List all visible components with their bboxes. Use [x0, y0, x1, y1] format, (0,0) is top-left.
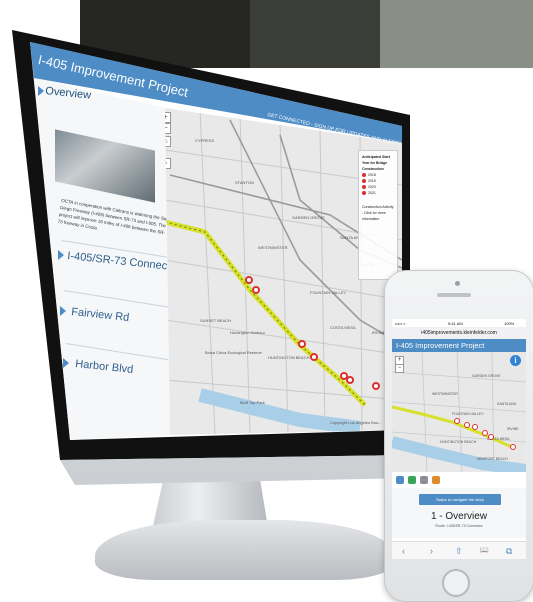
front-camera: [455, 281, 460, 286]
mobile-map[interactable]: i + − WESTMINSTER GARDEN GROVE SANTA ANA…: [392, 352, 526, 472]
mobile-pin-icon[interactable]: [482, 430, 488, 436]
construction-pin-icon[interactable]: [252, 286, 260, 294]
mobile-map-label: GARDEN GROVE: [472, 374, 501, 378]
back-arrow-icon[interactable]: ‹: [402, 546, 405, 556]
legend-dot-icon: [362, 185, 366, 189]
map-label: Bluff Top Park: [240, 400, 265, 405]
swipe-hint[interactable]: Swipe to navigate the story: [419, 494, 501, 505]
forward-arrow-icon[interactable]: ›: [430, 546, 433, 556]
monitor-stand-base: [95, 520, 395, 580]
badge-icon[interactable]: [420, 476, 428, 484]
construction-pin-icon[interactable]: [245, 276, 253, 284]
map-label: CYPRESS: [195, 138, 215, 143]
mobile-pin-icon[interactable]: [454, 418, 460, 424]
construction-pin-icon[interactable]: [372, 382, 380, 390]
wheelchair-icon[interactable]: [396, 476, 404, 484]
tabs-icon[interactable]: ⧉: [506, 546, 512, 557]
map-label: STANTON: [235, 180, 254, 185]
legend-activity: Construction Activity - Click for more i…: [362, 205, 394, 221]
section-title: 1 - Overview: [430, 511, 488, 522]
mobile-map-label: FOUNTAIN VALLEY: [452, 412, 484, 416]
mobile-map-label: NEWPORT BEACH: [477, 457, 508, 461]
info-icon[interactable]: i: [510, 355, 521, 366]
map-label: FOUNTAIN VALLEY: [310, 290, 347, 295]
bookmarks-icon[interactable]: 📖: [480, 546, 489, 554]
mobile-map-label: HUNTINGTON BEACH: [440, 440, 477, 444]
legend-dot-icon: [362, 173, 366, 177]
connector-caret-icon: [58, 250, 64, 260]
share-icon[interactable]: ⇧: [455, 546, 463, 557]
leaf-icon[interactable]: [408, 476, 416, 484]
construction-pin-icon[interactable]: [298, 340, 306, 348]
mobile-icon-row: [392, 472, 526, 488]
battery-level: 100%: [504, 321, 515, 326]
mobile-pin-icon[interactable]: [488, 434, 494, 440]
road-sign-icon[interactable]: [432, 476, 440, 484]
browser-url-bar[interactable]: i405improvements.kleinfelder.com: [392, 327, 526, 339]
fairview-caret-icon: [60, 306, 66, 316]
phone-speaker: [437, 293, 471, 297]
status-bar: ••••• ≈ 9:41 AM 100%: [392, 319, 526, 327]
legend-entry: 2021: [362, 190, 394, 196]
story-navigation: Swipe to navigate the story 1 - Overview…: [392, 488, 526, 538]
mobile-pin-icon[interactable]: [464, 422, 470, 428]
mobile-pin-icon[interactable]: [472, 424, 478, 430]
carrier-signal: ••••• ≈: [395, 321, 406, 326]
map-label: WESTMINSTER: [258, 245, 288, 250]
mobile-map-label: SANTA ANA: [497, 402, 517, 406]
map-attribution: Copyright Los Angeles Bus...: [330, 420, 382, 425]
map-label: COSTA MESA: [330, 325, 356, 330]
legend-title: Anticipated Start Year for Bridge Constr…: [362, 155, 391, 171]
mobile-phone: ••••• ≈ 9:41 AM 100% i405improvements.kl…: [384, 270, 533, 602]
mobile-zoom-out-button[interactable]: −: [395, 364, 404, 373]
construction-pin-icon[interactable]: [310, 353, 318, 361]
mobile-app-title: I-405 Improvement Project: [392, 339, 526, 352]
mobile-map-label: WESTMINSTER: [432, 392, 458, 396]
map-label: SUNSET BEACH: [200, 318, 232, 323]
map-label: Bolsa Chica Ecological Reserve: [205, 350, 262, 355]
overview-caret-icon: [38, 86, 44, 96]
legend-year: 2021: [368, 191, 376, 195]
construction-pin-icon[interactable]: [346, 376, 354, 384]
section-subtitle: Route: I-405/SR-73 Connector: [435, 524, 483, 528]
legend-dot-icon: [362, 179, 366, 183]
map-legend: Anticipated Start Year for Bridge Constr…: [358, 150, 398, 280]
phone-screen: ••••• ≈ 9:41 AM 100% i405improvements.kl…: [392, 319, 526, 559]
status-time: 9:41 AM: [448, 321, 463, 326]
mobile-pin-icon[interactable]: [510, 444, 516, 450]
home-button[interactable]: [442, 569, 470, 597]
mobile-map-label: IRVINE: [507, 427, 519, 431]
map-label: GARDEN GROVE: [292, 215, 325, 220]
map-label: HUNTINGTON BEACH: [268, 355, 310, 360]
map-label: Huntington Harbour: [230, 330, 265, 335]
legend-dot-icon: [362, 191, 366, 195]
browser-toolbar: ‹ › ⇧ 📖 ⧉: [392, 541, 526, 559]
harbor-caret-icon: [63, 358, 69, 368]
